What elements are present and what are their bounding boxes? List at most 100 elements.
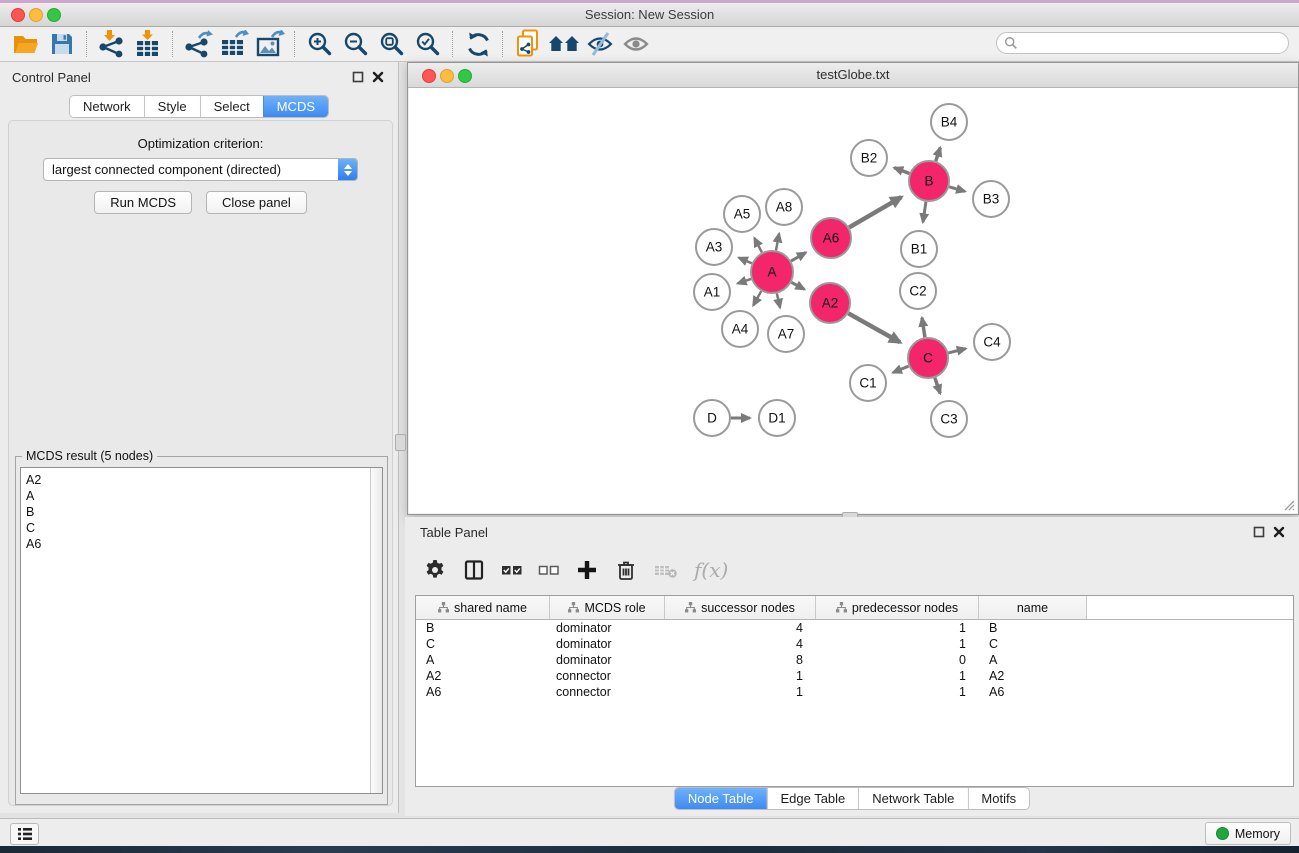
table-cell[interactable]: 0 [816, 652, 979, 668]
table-cell[interactable]: A2 [979, 668, 1087, 684]
graph-node-A4[interactable]: A4 [722, 311, 758, 347]
tab-edge-table[interactable]: Edge Table [766, 788, 858, 809]
graph-node-B[interactable]: B [909, 161, 949, 201]
graph-edge-C-C1[interactable] [893, 366, 909, 373]
zoom-fit-button[interactable] [374, 28, 410, 60]
graph-edge-A-A7[interactable] [777, 293, 780, 307]
task-history-button[interactable] [10, 823, 39, 845]
run-mcds-button[interactable]: Run MCDS [94, 191, 192, 214]
export-image-button[interactable] [252, 28, 288, 60]
save-session-button[interactable] [44, 28, 80, 60]
import-network-button[interactable] [94, 28, 130, 60]
column-header-name[interactable]: name [979, 596, 1087, 619]
column-header-predecessor-nodes[interactable]: predecessor nodes [816, 596, 979, 619]
table-settings-button[interactable] [423, 555, 447, 585]
graph-edge-A-A4[interactable] [753, 291, 761, 305]
graph-node-C4[interactable]: C4 [974, 324, 1010, 360]
tab-style[interactable]: Style [144, 96, 200, 117]
column-header-successor-nodes[interactable]: successor nodes [665, 596, 816, 619]
import-table-button[interactable] [130, 28, 166, 60]
graph-edge-A-A3[interactable] [739, 258, 752, 264]
graph-node-D1[interactable]: D1 [759, 400, 795, 436]
graph-edge-B-B3[interactable] [949, 187, 965, 192]
mcds-result-item[interactable]: A6 [21, 536, 382, 552]
graph-edge-B-B2[interactable] [894, 168, 909, 174]
graph-node-A7[interactable]: A7 [768, 316, 804, 352]
function-builder-button[interactable]: f(x) [694, 555, 728, 585]
float-panel-icon[interactable] [1253, 526, 1265, 538]
graph-node-C2[interactable]: C2 [900, 273, 936, 309]
table-cell[interactable]: 8 [665, 652, 816, 668]
mcds-result-item[interactable]: A [21, 488, 382, 504]
table-cell[interactable]: 1 [816, 668, 979, 684]
export-table-button[interactable] [216, 28, 252, 60]
graph-node-B3[interactable]: B3 [973, 181, 1009, 217]
delete-columns-button[interactable] [614, 555, 638, 585]
optimization-criterion-select[interactable]: largest connected component (directed) [43, 158, 358, 181]
unselect-all-columns-button[interactable] [538, 555, 560, 585]
table-row[interactable]: Cdominator41C [416, 636, 1293, 652]
show-column-button[interactable] [462, 555, 486, 585]
table-cell[interactable]: 4 [665, 636, 816, 652]
table-row[interactable]: A6connector11A6 [416, 684, 1293, 700]
create-column-button[interactable] [575, 555, 599, 585]
close-panel-icon[interactable] [1273, 526, 1285, 538]
table-cell[interactable]: A6 [416, 684, 550, 700]
graph-edge-C-C2[interactable] [922, 318, 925, 338]
table-cell[interactable]: B [416, 620, 550, 636]
mcds-result-item[interactable]: A2 [21, 472, 382, 488]
network-window-title-bar[interactable]: testGlobe.txt [408, 63, 1298, 88]
graph-node-A2[interactable]: A2 [810, 283, 850, 323]
graph-node-C[interactable]: C [908, 338, 948, 378]
memory-button[interactable]: Memory [1205, 822, 1291, 845]
network-canvas[interactable]: AA2A6BCA1A3A4A5A7A8B1B2B3B4C1C2C3C4DD1 [409, 88, 1297, 513]
hide-selected-button[interactable] [582, 28, 618, 60]
graph-edge-B-B4[interactable] [936, 148, 941, 162]
table-cell[interactable]: C [416, 636, 550, 652]
table-cell[interactable]: 1 [665, 684, 816, 700]
table-row[interactable]: Adominator80A [416, 652, 1293, 668]
mcds-result-list[interactable]: A2ABCA6 [20, 467, 383, 794]
graph-node-A5[interactable]: A5 [724, 196, 760, 232]
graph-node-C3[interactable]: C3 [931, 401, 967, 437]
close-panel-button[interactable]: Close panel [206, 191, 307, 214]
graph-edge-A-A2[interactable] [791, 282, 804, 289]
column-header-MCDS-role[interactable]: MCDS role [550, 596, 665, 619]
tab-motifs[interactable]: Motifs [967, 788, 1029, 809]
graph-edge-B-B1[interactable] [923, 202, 926, 223]
table-cell[interactable]: dominator [550, 620, 665, 636]
window-resize-grip[interactable] [1282, 498, 1295, 511]
table-row[interactable]: Bdominator41B [416, 620, 1293, 636]
graph-node-D[interactable]: D [694, 400, 730, 436]
graph-node-B1[interactable]: B1 [901, 231, 937, 267]
graph-node-A8[interactable]: A8 [766, 189, 802, 225]
graph-node-A3[interactable]: A3 [696, 229, 732, 265]
graph-edge-C-C4[interactable] [948, 349, 965, 353]
table-cell[interactable]: C [979, 636, 1087, 652]
export-network-button[interactable] [180, 28, 216, 60]
table-cell[interactable]: A6 [979, 684, 1087, 700]
refresh-layout-button[interactable] [460, 28, 496, 60]
graph-node-B2[interactable]: B2 [851, 140, 887, 176]
graph-edge-A-A1[interactable] [738, 279, 752, 284]
mcds-result-item[interactable]: C [21, 520, 382, 536]
mcds-list-scrollbar[interactable] [370, 468, 382, 793]
show-all-button[interactable] [618, 28, 654, 60]
open-session-button[interactable] [8, 28, 44, 60]
tab-select[interactable]: Select [200, 96, 263, 117]
mcds-result-item[interactable]: B [21, 504, 382, 520]
close-panel-icon[interactable] [372, 71, 384, 83]
new-network-from-selection-button[interactable] [510, 28, 546, 60]
zoom-selected-button[interactable] [410, 28, 446, 60]
tab-node-table[interactable]: Node Table [675, 788, 767, 809]
table-cell[interactable]: 1 [665, 668, 816, 684]
graph-edge-A2-C[interactable] [848, 313, 900, 342]
zoom-in-button[interactable] [302, 28, 338, 60]
graph-edge-A-A6[interactable] [791, 252, 806, 261]
table-cell[interactable]: A2 [416, 668, 550, 684]
zoom-out-button[interactable] [338, 28, 374, 60]
tab-network-table[interactable]: Network Table [858, 788, 967, 809]
table-cell[interactable]: dominator [550, 636, 665, 652]
delete-table-button[interactable] [653, 555, 679, 585]
splitter-handle-vertical[interactable] [395, 434, 406, 451]
